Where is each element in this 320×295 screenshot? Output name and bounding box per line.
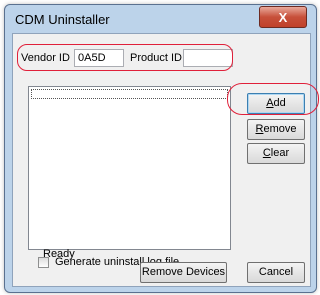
add-button[interactable]: Add [247,93,305,114]
vendor-id-label: Vendor ID [21,52,70,64]
clear-button-accel: C [262,147,271,159]
list-focus-rect [31,89,228,99]
add-button-label: dd [273,97,286,109]
remove-button-label: emove [263,123,297,135]
cancel-button[interactable]: Cancel [247,262,305,283]
clear-button-label: lear [270,147,290,159]
device-list[interactable] [28,86,231,250]
close-icon: X [278,9,288,25]
remove-devices-button[interactable]: Remove Devices [140,262,227,283]
product-id-input[interactable] [183,49,233,67]
close-button[interactable]: X [259,6,307,28]
product-id-label: Product ID [130,52,182,64]
status-text: Ready [43,248,75,260]
vendor-id-input[interactable]: 0A5D [74,49,124,67]
title-bar[interactable]: CDM Uninstaller X [5,5,316,33]
window-title: CDM Uninstaller [15,12,110,27]
add-button-accel: A [266,97,274,109]
remove-button[interactable]: Remove [247,119,305,140]
clear-button[interactable]: Clear [247,143,305,164]
